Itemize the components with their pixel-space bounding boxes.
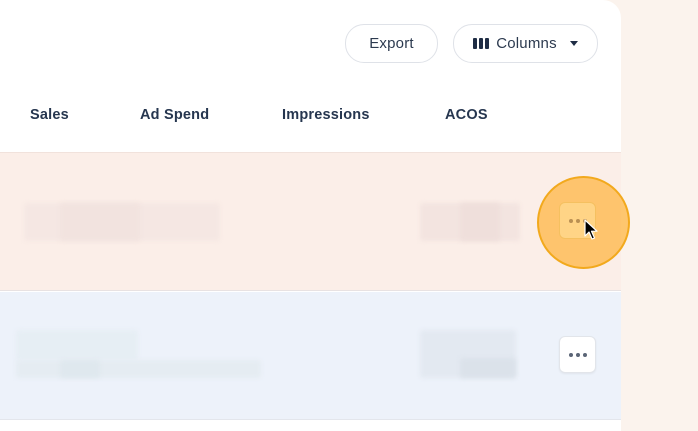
table-row[interactable] — [0, 292, 621, 420]
row-actions-button[interactable] — [559, 336, 596, 373]
column-header-sales[interactable]: Sales — [30, 107, 69, 123]
export-button-label: Export — [369, 35, 414, 52]
columns-icon — [473, 38, 490, 49]
table-row[interactable] — [0, 152, 621, 291]
blurred-cell — [16, 360, 261, 378]
more-horizontal-icon — [568, 218, 573, 223]
columns-button-label: Columns — [496, 35, 557, 52]
column-header-acos[interactable]: ACOS — [445, 107, 488, 123]
export-button[interactable]: Export — [345, 24, 438, 63]
column-header-ad-spend[interactable]: Ad Spend — [140, 107, 209, 123]
column-header-impressions[interactable]: Impressions — [282, 107, 370, 123]
blurred-cell — [460, 203, 500, 241]
blurred-cell — [60, 360, 100, 378]
blurred-cell — [60, 203, 140, 241]
caret-down-icon — [569, 41, 578, 46]
columns-button[interactable]: Columns — [453, 24, 598, 63]
blurred-cell — [16, 330, 138, 360]
data-table-card: Export Columns Sales Ad Spend Impression… — [0, 0, 621, 431]
more-horizontal-icon — [568, 352, 573, 357]
pointer-cursor-icon — [584, 219, 598, 240]
blurred-cell — [460, 358, 516, 378]
